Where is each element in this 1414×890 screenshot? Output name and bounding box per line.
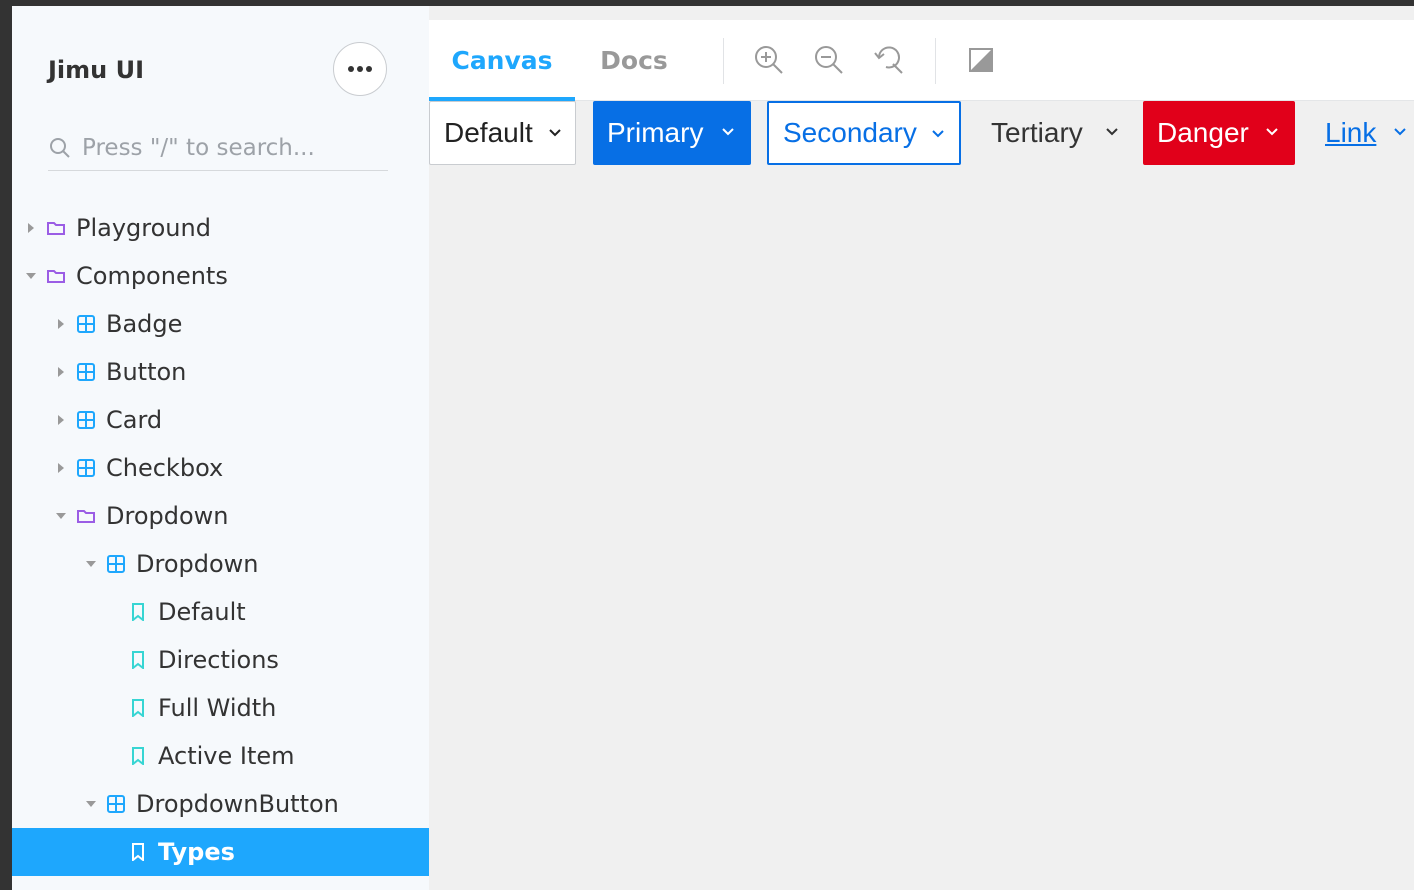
component-icon bbox=[76, 363, 96, 381]
tree-item-label: DropdownButton bbox=[136, 790, 339, 818]
tree-item-badge[interactable]: Badge bbox=[12, 300, 429, 348]
chevron-down-icon bbox=[1106, 128, 1118, 136]
button-label: Primary bbox=[607, 117, 704, 148]
button-label: Secondary bbox=[783, 117, 917, 148]
tab-docs[interactable]: Docs bbox=[575, 20, 693, 100]
tree-item-label: Full Width bbox=[158, 694, 277, 722]
toolbar-divider bbox=[935, 38, 936, 84]
button-label: Tertiary bbox=[991, 117, 1083, 148]
dropdown-button-danger[interactable]: Danger bbox=[1143, 101, 1295, 165]
tree-item-story-default[interactable]: Default bbox=[12, 588, 429, 636]
main-panel: Canvas Docs Default Primary Secondary Te… bbox=[429, 6, 1414, 890]
zoom-out-icon bbox=[815, 46, 843, 74]
app-window: Jimu UI Playground Compon bbox=[12, 6, 1414, 890]
caret-right-icon bbox=[54, 414, 68, 426]
chevron-down-icon bbox=[722, 128, 734, 136]
story-tree: Playground Components Badge Button Card … bbox=[12, 204, 429, 876]
dropdown-button-link[interactable]: Link bbox=[1311, 101, 1414, 165]
bookmark-icon bbox=[128, 747, 148, 765]
tree-item-button[interactable]: Button bbox=[12, 348, 429, 396]
folder-icon bbox=[46, 269, 66, 283]
tree-item-dropdownbutton[interactable]: DropdownButton bbox=[12, 780, 429, 828]
tree-item-dropdown-component[interactable]: Dropdown bbox=[12, 540, 429, 588]
zoom-in-icon bbox=[755, 46, 783, 74]
dropdown-button-default[interactable]: Default bbox=[429, 101, 576, 165]
tree-item-label: Components bbox=[76, 262, 228, 290]
tree-item-checkbox[interactable]: Checkbox bbox=[12, 444, 429, 492]
more-icon bbox=[348, 66, 372, 72]
caret-down-icon bbox=[54, 512, 68, 520]
tree-item-label: Dropdown bbox=[136, 550, 259, 578]
tree-item-label: Button bbox=[106, 358, 187, 386]
reset-zoom-button[interactable] bbox=[871, 42, 907, 78]
tree-item-label: Dropdown bbox=[106, 502, 229, 530]
bookmark-icon bbox=[128, 603, 148, 621]
tab-canvas[interactable]: Canvas bbox=[429, 20, 575, 101]
component-icon bbox=[76, 315, 96, 333]
button-label: Danger bbox=[1157, 117, 1249, 148]
canvas-preview: Default Primary Secondary Tertiary Dange… bbox=[429, 101, 1414, 165]
reset-zoom-icon bbox=[874, 46, 903, 74]
tree-item-label: Types bbox=[158, 838, 235, 866]
component-icon bbox=[76, 411, 96, 429]
component-icon bbox=[106, 795, 126, 813]
caret-down-icon bbox=[84, 560, 98, 568]
zoom-in-button[interactable] bbox=[751, 42, 787, 78]
tree-item-components[interactable]: Components bbox=[12, 252, 429, 300]
chevron-down-icon bbox=[1394, 128, 1406, 136]
tree-item-card[interactable]: Card bbox=[12, 396, 429, 444]
tree-item-playground[interactable]: Playground bbox=[12, 204, 429, 252]
background-toggle-icon bbox=[969, 48, 993, 72]
tab-label: Canvas bbox=[451, 46, 553, 75]
button-label: Link bbox=[1325, 117, 1377, 148]
tree-item-story-types[interactable]: Types bbox=[12, 828, 429, 876]
background-toggle-button[interactable] bbox=[963, 42, 999, 78]
toolbar: Canvas Docs bbox=[429, 20, 1414, 101]
search-input[interactable] bbox=[80, 134, 374, 162]
tree-item-label: Active Item bbox=[158, 742, 295, 770]
component-icon bbox=[106, 555, 126, 573]
search-box[interactable] bbox=[48, 126, 388, 171]
dropdown-button-primary[interactable]: Primary bbox=[593, 101, 751, 165]
tree-item-label: Directions bbox=[158, 646, 279, 674]
caret-right-icon bbox=[24, 222, 38, 234]
folder-icon bbox=[46, 221, 66, 235]
tree-item-label: Playground bbox=[76, 214, 211, 242]
toolbar-divider bbox=[723, 38, 724, 84]
caret-right-icon bbox=[54, 462, 68, 474]
tree-item-dropdown-folder[interactable]: Dropdown bbox=[12, 492, 429, 540]
caret-right-icon bbox=[54, 318, 68, 330]
folder-icon bbox=[76, 509, 96, 523]
component-icon bbox=[76, 459, 96, 477]
dropdown-button-secondary[interactable]: Secondary bbox=[767, 101, 961, 165]
caret-down-icon bbox=[24, 272, 38, 280]
tree-item-label: Default bbox=[158, 598, 246, 626]
sidebar-menu-button[interactable] bbox=[333, 42, 387, 96]
caret-down-icon bbox=[84, 800, 98, 808]
chevron-down-icon bbox=[549, 129, 561, 137]
brand-title: Jimu UI bbox=[48, 56, 145, 84]
tree-item-label: Badge bbox=[106, 310, 183, 338]
bookmark-icon bbox=[128, 699, 148, 717]
tree-item-story-directions[interactable]: Directions bbox=[12, 636, 429, 684]
sidebar: Jimu UI Playground Compon bbox=[12, 6, 429, 890]
button-label: Default bbox=[444, 117, 533, 148]
tree-item-story-full-width[interactable]: Full Width bbox=[12, 684, 429, 732]
bookmark-icon bbox=[128, 843, 148, 861]
tree-item-label: Checkbox bbox=[106, 454, 224, 482]
search-icon bbox=[50, 138, 70, 158]
caret-right-icon bbox=[54, 366, 68, 378]
tab-label: Docs bbox=[600, 46, 668, 75]
bookmark-icon bbox=[128, 651, 148, 669]
tree-item-label: Card bbox=[106, 406, 163, 434]
zoom-out-button[interactable] bbox=[811, 42, 847, 78]
dropdown-button-tertiary[interactable]: Tertiary bbox=[977, 101, 1127, 165]
chevron-down-icon bbox=[932, 130, 944, 138]
chevron-down-icon bbox=[1266, 128, 1278, 136]
tree-item-story-active-item[interactable]: Active Item bbox=[12, 732, 429, 780]
